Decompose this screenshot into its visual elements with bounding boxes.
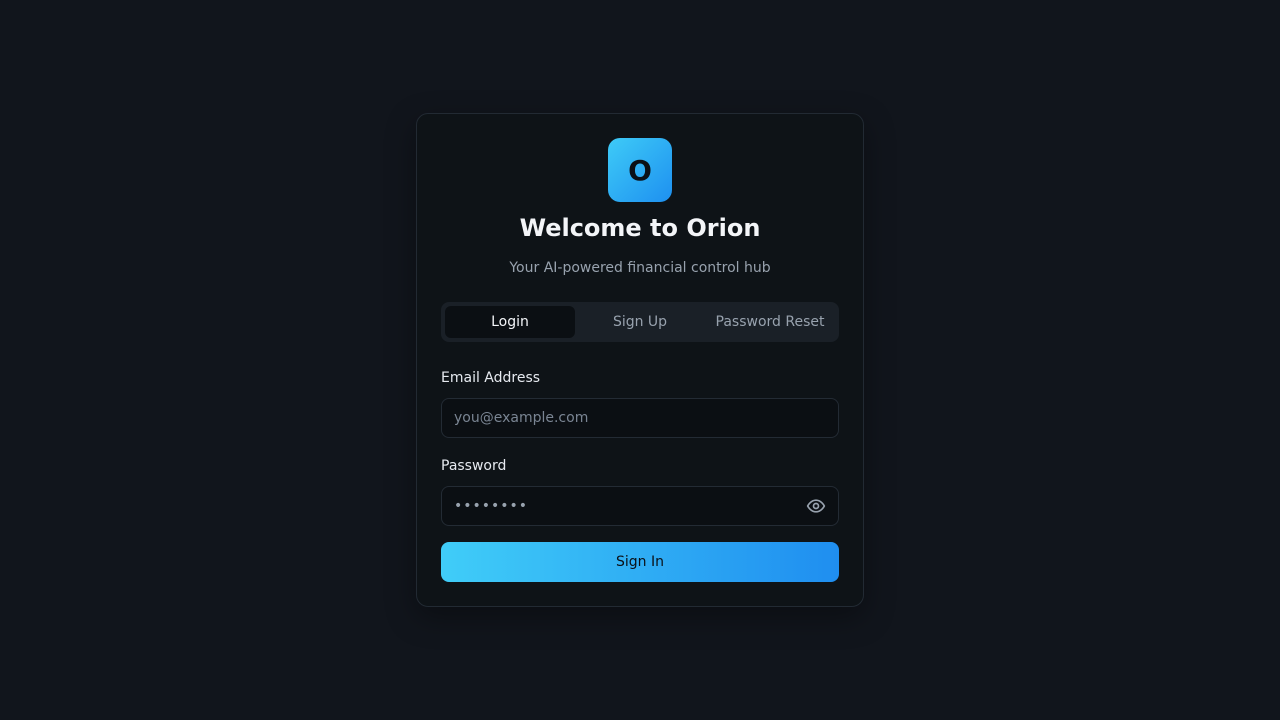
login-card: O Welcome to Orion Your AI-powered finan…: [416, 113, 864, 607]
tab-password-reset[interactable]: Password Reset: [705, 306, 835, 338]
logo-letter: O: [628, 153, 652, 187]
sign-in-button[interactable]: Sign In: [441, 542, 839, 582]
tab-login[interactable]: Login: [445, 306, 575, 338]
page-title: Welcome to Orion: [519, 214, 761, 242]
orion-logo: O: [608, 138, 672, 202]
password-field[interactable]: [454, 498, 806, 514]
email-field[interactable]: [454, 410, 826, 426]
email-label: Email Address: [441, 370, 541, 386]
eye-icon[interactable]: [806, 496, 826, 516]
password-label: Password: [441, 458, 507, 474]
tab-sign-up[interactable]: Sign Up: [575, 306, 705, 338]
auth-tabs: Login Sign Up Password Reset: [441, 302, 839, 342]
page-subtitle: Your AI-powered financial control hub: [509, 260, 771, 276]
password-field-wrapper: [441, 486, 839, 526]
email-field-wrapper: [441, 398, 839, 438]
